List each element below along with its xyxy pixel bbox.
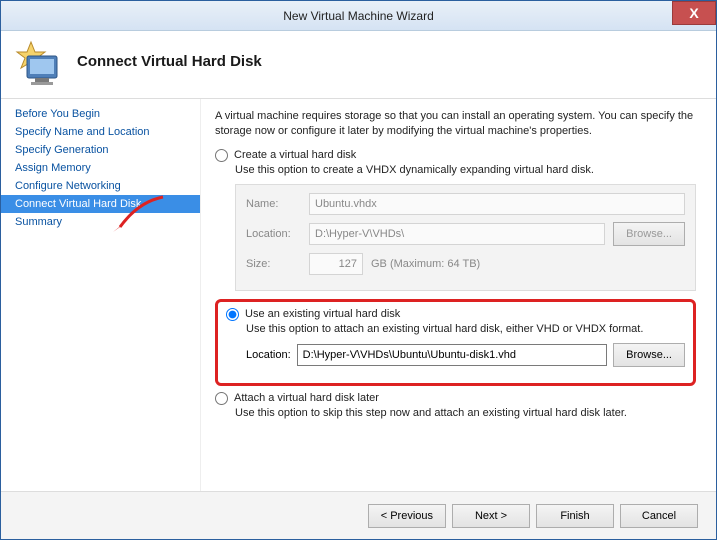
- existing-location-input[interactable]: [297, 344, 607, 366]
- wizard-body: Before You Begin Specify Name and Locati…: [1, 99, 716, 491]
- window-title: New Virtual Machine Wizard: [283, 9, 434, 23]
- radio-create[interactable]: [215, 149, 228, 162]
- radio-existing[interactable]: [226, 308, 239, 321]
- create-name-label: Name:: [246, 198, 301, 210]
- previous-button[interactable]: < Previous: [368, 504, 446, 528]
- create-location-label: Location:: [246, 228, 301, 240]
- create-size-label: Size:: [246, 258, 301, 270]
- intro-text: A virtual machine requires storage so th…: [215, 109, 696, 139]
- nav-assign-memory[interactable]: Assign Memory: [1, 159, 200, 177]
- existing-location-label: Location:: [246, 349, 291, 361]
- option-existing: Use an existing virtual hard disk Use th…: [226, 308, 685, 367]
- page-title: Connect Virtual Hard Disk: [77, 53, 262, 70]
- nav-connect-virtual-hard-disk[interactable]: Connect Virtual Hard Disk: [1, 195, 200, 213]
- existing-desc: Use this option to attach an existing vi…: [246, 323, 685, 335]
- wizard-icon: [13, 40, 63, 90]
- radio-later-label: Attach a virtual hard disk later: [234, 392, 379, 404]
- radio-existing-label: Use an existing virtual hard disk: [245, 308, 400, 320]
- radio-later[interactable]: [215, 392, 228, 405]
- finish-button[interactable]: Finish: [536, 504, 614, 528]
- nav-summary[interactable]: Summary: [1, 213, 200, 231]
- radio-create-label: Create a virtual hard disk: [234, 149, 356, 161]
- create-size-input: [309, 253, 363, 275]
- wizard-header: Connect Virtual Hard Disk: [1, 31, 716, 99]
- option-create: Create a virtual hard disk Use this opti…: [215, 149, 696, 291]
- close-button[interactable]: X: [672, 1, 716, 25]
- titlebar: New Virtual Machine Wizard X: [1, 1, 716, 31]
- wizard-window: New Virtual Machine Wizard X Connect Vir…: [0, 0, 717, 540]
- create-desc: Use this option to create a VHDX dynamic…: [235, 164, 696, 176]
- create-size-unit: GB (Maximum: 64 TB): [371, 258, 480, 270]
- nav-specify-name-location[interactable]: Specify Name and Location: [1, 123, 200, 141]
- nav-before-you-begin[interactable]: Before You Begin: [1, 105, 200, 123]
- nav-specify-generation[interactable]: Specify Generation: [1, 141, 200, 159]
- cancel-button[interactable]: Cancel: [620, 504, 698, 528]
- next-button[interactable]: Next >: [452, 504, 530, 528]
- create-browse-button: Browse...: [613, 222, 685, 246]
- create-panel: Name: Location: Browse... Size: GB (Maxi…: [235, 184, 696, 291]
- wizard-footer: < Previous Next > Finish Cancel: [1, 491, 716, 539]
- existing-browse-button[interactable]: Browse...: [613, 343, 685, 367]
- create-name-input: [309, 193, 685, 215]
- existing-panel: Location: Browse...: [246, 343, 685, 367]
- annotation-highlight: Use an existing virtual hard disk Use th…: [215, 299, 696, 386]
- later-desc: Use this option to skip this step now an…: [235, 407, 696, 419]
- content: A virtual machine requires storage so th…: [201, 99, 716, 491]
- create-location-input: [309, 223, 605, 245]
- sidebar: Before You Begin Specify Name and Locati…: [1, 99, 201, 491]
- close-icon: X: [689, 5, 698, 21]
- option-later: Attach a virtual hard disk later Use thi…: [215, 392, 696, 419]
- nav-configure-networking[interactable]: Configure Networking: [1, 177, 200, 195]
